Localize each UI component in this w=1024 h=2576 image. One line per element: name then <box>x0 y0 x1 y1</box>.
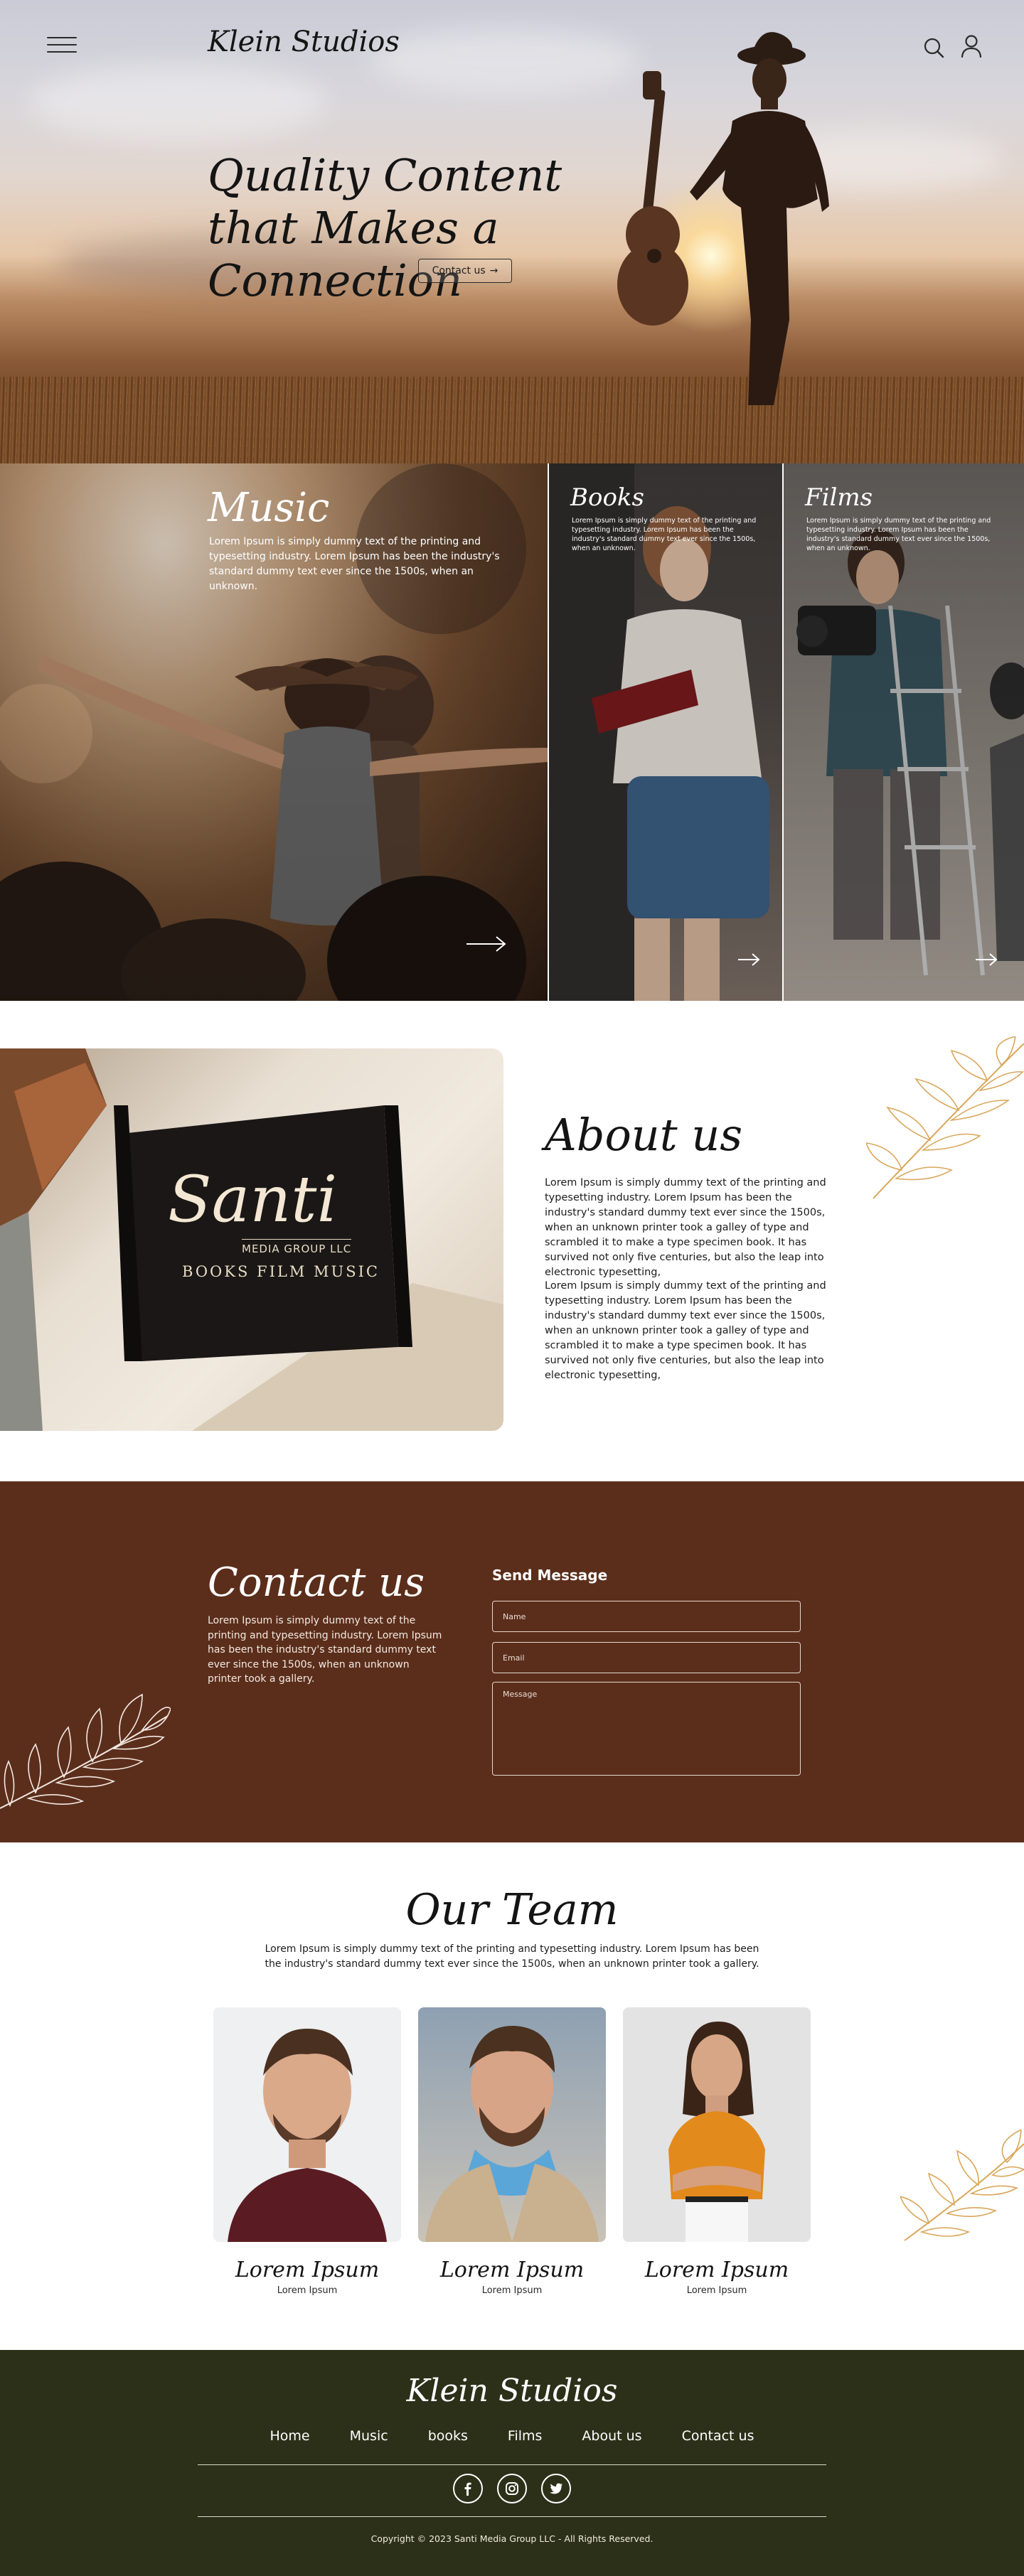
footer-link-music[interactable]: Music <box>330 2428 408 2444</box>
team-member-name: Lorem Ipsum <box>439 2258 585 2282</box>
contact-us-button[interactable]: Contact us → <box>418 259 512 283</box>
about-paragraph: Lorem Ipsum is simply dummy text of the … <box>545 1177 826 1278</box>
guitarist-silhouette <box>617 32 829 405</box>
santi-sign-logo: Santi <box>168 1162 338 1237</box>
footer-link-books[interactable]: books <box>408 2428 488 2444</box>
send-message-title: Send Message <box>492 1567 608 1584</box>
team-title: Our Team <box>405 1885 619 1935</box>
social-links <box>0 2474 1024 2503</box>
team-member-card[interactable]: Lorem Ipsum Lorem Ipsum <box>213 2007 401 2296</box>
team-member-role: Lorem Ipsum <box>481 2285 543 2296</box>
contact-title: Contact us <box>208 1560 425 1606</box>
copyright-text: Copyright © 2023 Santi Media Group LLC -… <box>370 2533 654 2544</box>
footer-link-about[interactable]: About us <box>562 2428 661 2444</box>
footer-nav: Home Music books Films About us Contact … <box>0 2428 1024 2444</box>
footer: Klein Studios Home Music books Films Abo… <box>0 2350 1024 2576</box>
team-member-photo <box>213 2007 401 2242</box>
arrow-right-icon[interactable] <box>465 935 508 952</box>
cloud <box>28 64 327 142</box>
footer-link-films[interactable]: Films <box>488 2428 562 2444</box>
category-films-card[interactable]: Films Lorem Ipsum is simply dummy text o… <box>784 463 1024 1001</box>
about-paragraph: Lorem Ipsum is simply dummy text of the … <box>545 1280 826 1381</box>
site-logo[interactable]: Klein Studios <box>208 26 400 58</box>
twitter-icon[interactable] <box>541 2474 571 2503</box>
footer-link-home[interactable]: Home <box>250 2428 330 2444</box>
team-member-card[interactable]: Lorem Ipsum Lorem Ipsum <box>418 2007 606 2296</box>
footer-link-contact[interactable]: Contact us <box>662 2428 774 2444</box>
team-member-card[interactable]: Lorem Ipsum Lorem Ipsum <box>623 2007 811 2296</box>
arrow-right-icon[interactable] <box>974 952 998 967</box>
santi-sign-tagline: BOOKS FILM MUSIC <box>182 1263 380 1280</box>
category-description: Lorem Ipsum is simply dummy text of the … <box>806 517 991 552</box>
category-description: Lorem Ipsum is simply dummy text of the … <box>209 536 500 592</box>
contact-us-label: Contact us <box>432 265 486 277</box>
category-description: Lorem Ipsum is simply dummy text of the … <box>572 517 757 552</box>
category-music-card[interactable]: Music Lorem Ipsum is simply dummy text o… <box>0 463 548 1001</box>
hero-section: Klein Studios Quality Content that Makes… <box>0 0 1024 463</box>
decorative-leaf-icon <box>866 1036 1024 1199</box>
user-icon[interactable] <box>960 34 983 58</box>
category-title: Films <box>805 483 873 512</box>
team-text: Lorem Ipsum is simply dummy text of the … <box>265 1943 759 1970</box>
search-icon[interactable] <box>923 37 944 58</box>
team-member-role: Lorem Ipsum <box>277 2285 338 2296</box>
category-title: Music <box>208 485 330 531</box>
arrow-right-icon[interactable] <box>737 952 761 967</box>
facebook-icon[interactable] <box>453 2474 483 2503</box>
footer-divider <box>198 2464 826 2465</box>
santi-sign-subtitle: MEDIA GROUP LLC <box>242 1239 352 1255</box>
footer-divider <box>198 2516 826 2517</box>
category-books-card[interactable]: Books Lorem Ipsum is simply dummy text o… <box>549 463 782 1001</box>
contact-section: Contact us Lorem Ipsum is simply dummy t… <box>0 1481 1024 1842</box>
arrow-right-icon: → <box>489 265 498 277</box>
message-textarea[interactable] <box>492 1682 801 1776</box>
contact-text: Lorem Ipsum is simply dummy text of the … <box>208 1615 442 1685</box>
category-title: Books <box>570 483 644 512</box>
team-member-role: Lorem Ipsum <box>686 2285 747 2296</box>
team-member-photo <box>418 2007 606 2242</box>
team-member-name: Lorem Ipsum <box>235 2258 380 2282</box>
email-input[interactable] <box>492 1642 801 1673</box>
about-sign-image: Santi MEDIA GROUP LLC BOOKS FILM MUSIC <box>0 1048 503 1431</box>
about-title: About us <box>545 1109 743 1161</box>
instagram-icon[interactable] <box>497 2474 527 2503</box>
hero-title: Quality Content that Makes a Connection <box>208 149 562 306</box>
team-member-photo <box>623 2007 811 2242</box>
name-input[interactable] <box>492 1601 801 1632</box>
decorative-leaf-icon <box>900 2130 1024 2241</box>
categories-section: Music Lorem Ipsum is simply dummy text o… <box>0 463 1024 1001</box>
decorative-leaf-icon <box>0 1693 171 1809</box>
footer-logo[interactable]: Klein Studios <box>0 2373 1024 2409</box>
team-member-name: Lorem Ipsum <box>644 2258 789 2282</box>
hamburger-menu-icon[interactable] <box>47 37 77 58</box>
